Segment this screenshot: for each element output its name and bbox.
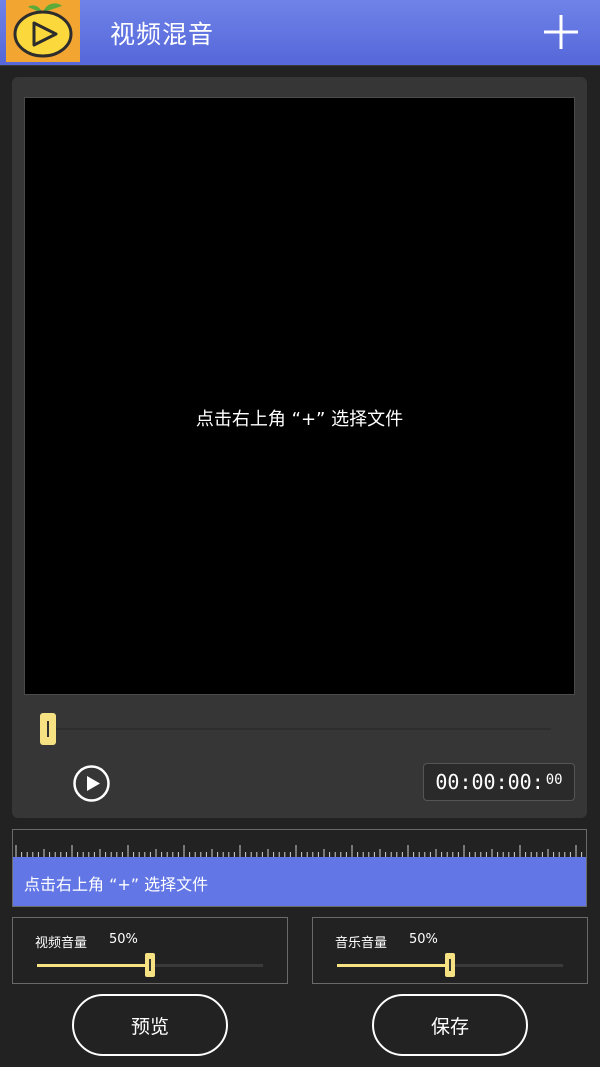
video-volume-slider[interactable] <box>37 953 263 977</box>
save-button[interactable]: 保存 <box>372 994 528 1056</box>
app-logo-icon <box>6 0 80 62</box>
seek-track[interactable] <box>46 728 551 730</box>
video-hint-text: 点击右上角 “+” 选择文件 <box>195 409 404 430</box>
video-volume-fill <box>37 964 150 967</box>
seek-thumb[interactable] <box>40 713 56 745</box>
time-main: 00:00:00: <box>435 770 544 794</box>
play-circle-icon <box>73 765 110 802</box>
video-preview-area[interactable]: 点击右上角 “+” 选择文件 <box>24 97 575 695</box>
plus-icon <box>544 15 578 49</box>
timeline: 点击右上角 “+” 选择文件 <box>12 829 587 907</box>
app-header: 视频混音 <box>0 0 600 66</box>
video-volume-value: 50% <box>109 932 138 947</box>
timeline-ruler <box>15 845 583 857</box>
music-volume-value: 50% <box>409 932 438 947</box>
timeline-track[interactable]: 点击右上角 “+” 选择文件 <box>13 857 586 906</box>
music-volume-panel: 音乐音量 50% <box>312 917 588 984</box>
preview-button[interactable]: 预览 <box>72 994 228 1056</box>
add-file-button[interactable] <box>541 12 581 52</box>
music-volume-label: 音乐音量 <box>335 936 388 951</box>
video-volume-thumb[interactable] <box>145 953 155 977</box>
preview-panel: 点击右上角 “+” 选择文件 00:00:00: 00 <box>12 77 587 818</box>
music-volume-fill <box>337 964 450 967</box>
time-display: 00:00:00: 00 <box>423 763 575 801</box>
music-volume-thumb[interactable] <box>445 953 455 977</box>
timeline-hint-text: 点击右上角 “+” 选择文件 <box>24 875 209 894</box>
page-title: 视频混音 <box>110 20 215 49</box>
play-button[interactable] <box>73 765 110 802</box>
music-volume-slider[interactable] <box>337 953 563 977</box>
time-frames: 00 <box>545 772 563 788</box>
video-volume-panel: 视频音量 50% <box>12 917 288 984</box>
video-volume-label: 视频音量 <box>35 936 88 951</box>
